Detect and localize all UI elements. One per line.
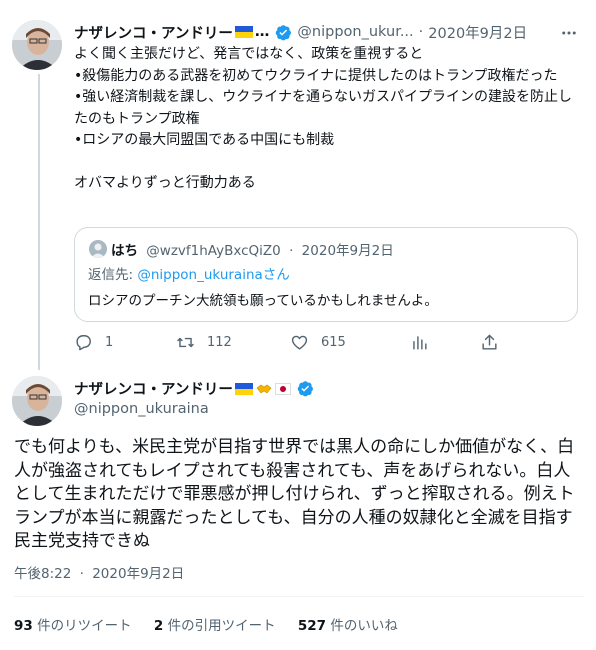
ukraine-flag-icon <box>234 26 253 38</box>
tweet-text: よく聞く主張だけど、発言ではなく、政策を重視すると •殺傷能力のある武器を初めて… <box>74 46 572 191</box>
tweet-actions: 1 112 615 <box>74 333 524 355</box>
quoted-author-name: はち <box>111 243 138 259</box>
quoted-author-handle: @wzvf1hAyBxcQiZ0 <box>146 243 281 259</box>
main-author-name-row[interactable]: ナザレンコ・アンドリー <box>74 378 314 399</box>
quote-total[interactable]: 2 <box>154 618 163 634</box>
retweet-count: 112 <box>207 335 232 350</box>
retweet-total[interactable]: 93 <box>14 618 33 634</box>
name-ellipsis: … <box>254 24 270 40</box>
timestamp-separator: · <box>79 566 84 582</box>
main-author-name[interactable]: ナザレンコ・アンドリー <box>74 378 233 399</box>
ukraine-flag-icon <box>234 382 253 395</box>
analytics-button[interactable] <box>410 333 429 352</box>
reply-button[interactable]: 1 <box>74 333 113 352</box>
stats-divider-top <box>14 596 584 597</box>
quoted-separator: · <box>289 243 294 259</box>
tweet-full-date[interactable]: 2020年9月2日 <box>92 566 184 582</box>
japan-flag-icon <box>274 382 291 395</box>
retweet-total-label[interactable]: 件のリツイート <box>37 618 132 634</box>
main-author-handle[interactable]: @nippon_ukuraina <box>74 401 209 417</box>
quoted-date: 2020年9月2日 <box>301 243 394 259</box>
tweet-parent[interactable]: ナザレンコ・アンドリー … @nippon_ukur... · 2020年9月2… <box>0 0 596 370</box>
retweet-button[interactable]: 112 <box>176 333 232 352</box>
like-count: 615 <box>321 335 346 350</box>
like-button[interactable]: 615 <box>290 333 346 352</box>
verified-badge-icon <box>276 24 292 40</box>
retweet-icon <box>177 337 194 348</box>
quoted-tweet[interactable]: はち @wzvf1hAyBxcQiZ0 · 2020年9月2日 返信先: @ni… <box>74 227 578 322</box>
main-author-avatar[interactable] <box>12 376 62 426</box>
handshake-icon <box>256 384 272 393</box>
quoted-reply-context: 返信先: @nippon_ukurainaさん <box>88 263 290 283</box>
heart-icon <box>291 335 308 350</box>
author-handle[interactable]: @nippon_ukur... <box>297 24 413 40</box>
header-separator: · <box>418 24 424 40</box>
like-total[interactable]: 527 <box>298 618 326 634</box>
reply-icon <box>76 335 91 351</box>
main-tweet-timestamp[interactable]: 午後8:22 · 2020年9月2日 <box>14 562 184 582</box>
author-name[interactable]: ナザレンコ・アンドリー <box>74 22 233 43</box>
quoted-header: はち @wzvf1hAyBxcQiZ0 · 2020年9月2日 <box>111 239 394 259</box>
tweet-header: ナザレンコ・アンドリー … @nippon_ukur... · 2020年9月2… <box>74 22 527 42</box>
reply-prefix: 返信先: <box>88 267 138 283</box>
share-button[interactable] <box>480 333 499 352</box>
engagement-stats: 93 件のリツイート 2 件の引用ツイート 527 件のいいね <box>14 614 416 634</box>
tweet-date[interactable]: 2020年9月2日 <box>428 22 527 43</box>
quoted-author-avatar <box>89 240 107 258</box>
tweet-time[interactable]: 午後8:22 <box>14 566 71 582</box>
like-total-label[interactable]: 件のいいね <box>330 618 398 634</box>
analytics-icon <box>413 336 427 350</box>
verified-badge-icon <box>297 381 313 397</box>
quote-total-label[interactable]: 件の引用ツイート <box>168 618 276 634</box>
share-icon <box>482 334 497 350</box>
reply-to-link[interactable]: @nippon_ukurainaさん <box>137 267 289 283</box>
thread-connector-line <box>38 74 40 370</box>
main-tweet-text: でも何よりも、米民主党が目指す世界では黒人の命にしか価値がなく、白人が強盗されて… <box>14 437 575 551</box>
more-options-icon[interactable] <box>560 24 578 42</box>
author-avatar[interactable] <box>12 20 62 70</box>
quoted-text: ロシアのプーチン大統領も願っているかもしれませんよ。 <box>88 293 438 309</box>
reply-count: 1 <box>105 335 114 350</box>
